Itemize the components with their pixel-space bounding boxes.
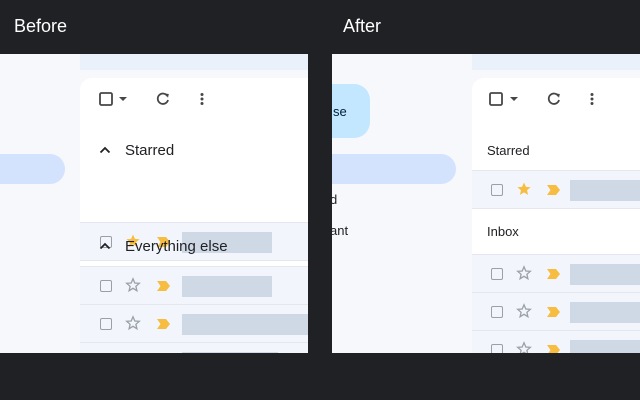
before-heading: Before <box>14 16 68 36</box>
message-placeholder <box>182 314 308 335</box>
refresh-icon[interactable] <box>546 91 562 107</box>
importance-marker-icon[interactable] <box>547 269 560 279</box>
message-placeholder <box>570 340 640 353</box>
search-bar-edge <box>472 54 640 70</box>
row-checkbox[interactable] <box>491 306 503 318</box>
before-panel: Starred Everything else <box>0 54 308 353</box>
after-panel: se d ant Starred Inbox <box>332 54 640 353</box>
chevron-up-icon[interactable] <box>98 239 112 253</box>
section-title: Starred <box>125 141 175 159</box>
search-bar-edge <box>80 54 308 70</box>
importance-marker-icon[interactable] <box>157 319 170 329</box>
checkbox-icon[interactable] <box>488 91 504 107</box>
message-row[interactable] <box>80 266 308 304</box>
nav-item-label[interactable]: ant <box>332 223 348 238</box>
message-placeholder <box>182 276 272 297</box>
chevron-up-icon[interactable] <box>98 143 112 157</box>
message-row[interactable] <box>472 330 640 353</box>
message-row[interactable] <box>80 342 308 353</box>
more-vert-icon[interactable] <box>584 91 600 107</box>
row-checkbox[interactable] <box>491 184 503 196</box>
section-header-everything-else[interactable]: Everything else <box>80 226 308 266</box>
importance-marker-icon[interactable] <box>547 185 560 195</box>
section-title: Everything else <box>125 237 228 255</box>
importance-marker-icon[interactable] <box>157 281 170 291</box>
star-filled-icon[interactable] <box>516 181 532 197</box>
section-header-starred[interactable]: Starred <box>80 130 308 170</box>
nav-item-active[interactable] <box>0 154 65 184</box>
caret-down-icon[interactable] <box>118 91 128 107</box>
section-header-starred[interactable]: Starred <box>472 130 640 170</box>
more-vert-icon[interactable] <box>194 91 210 107</box>
star-outline-icon[interactable] <box>125 315 141 331</box>
after-heading: After <box>343 16 382 36</box>
compose-button[interactable]: se <box>332 84 370 138</box>
star-outline-icon[interactable] <box>516 265 532 281</box>
section-header-inbox[interactable]: Inbox <box>472 208 640 254</box>
section-title: Inbox <box>487 224 519 239</box>
message-list-card: Starred Everything else <box>80 78 308 353</box>
message-row[interactable] <box>472 292 640 330</box>
row-checkbox[interactable] <box>100 280 112 292</box>
list-toolbar <box>472 78 640 124</box>
message-placeholder <box>570 302 640 323</box>
message-row[interactable] <box>472 254 640 292</box>
star-outline-icon[interactable] <box>516 303 532 319</box>
star-outline-icon[interactable] <box>516 341 532 353</box>
checkbox-icon[interactable] <box>98 91 114 107</box>
star-outline-icon[interactable] <box>125 277 141 293</box>
message-list-card: Starred Inbox <box>472 78 640 353</box>
row-checkbox[interactable] <box>491 344 503 353</box>
importance-marker-icon[interactable] <box>547 345 560 353</box>
message-row[interactable] <box>472 170 640 208</box>
importance-marker-icon[interactable] <box>547 307 560 317</box>
compose-label: se <box>333 103 347 119</box>
refresh-icon[interactable] <box>155 91 171 107</box>
message-placeholder <box>570 264 640 285</box>
row-checkbox[interactable] <box>491 268 503 280</box>
row-checkbox[interactable] <box>100 318 112 330</box>
list-toolbar <box>80 78 308 124</box>
message-placeholder <box>570 180 640 201</box>
message-placeholder <box>182 352 278 353</box>
message-row[interactable] <box>80 304 308 342</box>
section-title: Starred <box>487 142 530 158</box>
nav-item-label[interactable]: d <box>332 192 337 207</box>
nav-item-active[interactable] <box>332 154 456 184</box>
caret-down-icon[interactable] <box>509 91 519 107</box>
